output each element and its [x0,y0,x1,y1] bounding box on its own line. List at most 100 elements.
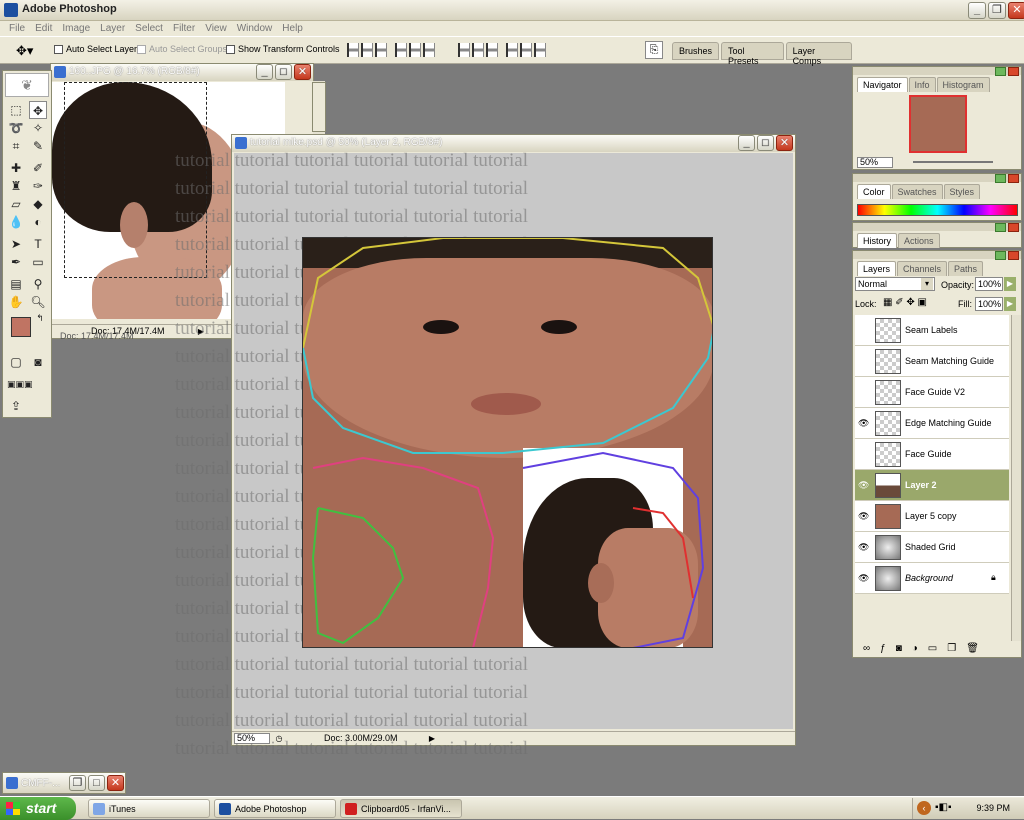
align-hcenter-icon[interactable] [409,43,421,57]
eyedropper-tool-icon[interactable]: ⚲ [29,275,47,293]
taskbar-item-itunes[interactable]: iTunes [88,799,210,818]
tab-info[interactable]: Info [908,77,936,92]
eye-icon[interactable]: 👁︎ [858,480,869,490]
opacity-slider-arrow-icon[interactable]: ▶ [1004,277,1016,291]
menu-help[interactable]: Help [277,21,308,36]
tab-swatches[interactable]: Swatches [891,184,943,199]
quick-mask-mode-icon[interactable]: ◙ [29,353,47,371]
visibility-hidden-icon[interactable] [858,356,868,366]
distribute-vcenter-icon[interactable] [472,43,484,57]
blur-tool-icon[interactable]: 💧 [7,213,25,231]
navigator-thumbnail[interactable] [909,95,967,153]
tab-channels[interactable]: Channels [897,261,948,276]
layer-row[interactable]: 👁︎ Background 🔒︎ [855,563,1009,594]
color-minimize-icon[interactable] [995,174,1006,183]
tray-collapse-icon[interactable]: ‹ [917,801,931,815]
tab-layers[interactable]: Layers [857,261,897,276]
main-minimize-button[interactable]: _ [738,135,755,151]
distribute-bottom-icon[interactable] [486,43,498,57]
history-brush-icon[interactable]: ✑ [29,177,47,195]
blend-mode-select[interactable]: Normal ▾ [855,277,935,291]
main-status-arrow-icon[interactable]: ▶ [427,733,437,744]
clone-stamp-icon[interactable]: ♜ [7,177,25,195]
screen-mode-icon[interactable]: ▣▣▣ [7,375,33,393]
chevron-down-icon[interactable]: ▾ [921,278,933,290]
main-close-button[interactable]: ✕ [776,135,793,151]
path-selection-icon[interactable]: ➤ [7,235,25,253]
layers-scrollbar[interactable] [1011,315,1021,641]
restore-button[interactable]: ❐ [988,2,1006,19]
color-ramp[interactable] [857,204,1018,216]
side-status-arrow-icon[interactable]: ▶ [196,326,206,337]
type-tool-icon[interactable]: T [29,235,47,253]
layer-row[interactable]: 👁︎ Shaded Grid [855,532,1009,563]
crop-tool-icon[interactable]: ⌗ [7,137,25,155]
tab-navigator[interactable]: Navigator [857,77,908,92]
eraser-tool-icon[interactable]: ▱ [7,195,25,213]
nav-minimize-icon[interactable] [995,67,1006,76]
fill-slider-arrow-icon[interactable]: ▶ [1004,297,1016,311]
main-document-title-bar[interactable]: tutorial mike.psd @ 50% (Layer 2, RGB/8#… [232,135,795,152]
shape-tool-icon[interactable]: ▭ [29,253,47,271]
layers-minimize-icon[interactable] [995,251,1006,260]
minimized-window[interactable]: CMFF-... ❐ □ ✕ [2,772,126,794]
menu-window[interactable]: Window [232,21,278,36]
auto-select-layer-option[interactable]: Auto Select Layer [54,44,137,54]
opacity-field[interactable]: 100% [975,277,1003,291]
delete-layer-icon[interactable]: 🗑︎ [966,643,979,657]
layer-row[interactable]: Face Guide [855,439,1009,470]
menu-edit[interactable]: Edit [30,21,57,36]
align-bottom-icon[interactable] [375,43,387,57]
new-layer-icon[interactable]: ❐ [947,643,956,657]
navigator-zoom-field[interactable]: 50% [857,157,893,168]
zoom-field[interactable]: 50% [234,733,270,744]
tab-histogram[interactable]: Histogram [936,77,990,92]
layer-mask-icon[interactable]: ◙ [896,643,902,657]
eye-icon[interactable]: 👁︎ [858,511,869,521]
side-maximize-button[interactable]: □ [275,64,292,80]
close-button[interactable]: ✕ [1008,2,1024,19]
navigator-zoom-slider[interactable] [913,161,993,163]
tab-color[interactable]: Color [857,184,891,199]
main-maximize-button[interactable]: □ [757,135,774,151]
side-minimize-button[interactable]: _ [256,64,273,80]
start-button[interactable]: start [0,797,76,820]
menu-layer[interactable]: Layer [95,21,130,36]
adjustment-layer-icon[interactable]: ◑ [912,643,918,657]
distribute-top-icon[interactable] [458,43,470,57]
distribute-left-icon[interactable] [506,43,518,57]
side-close-button[interactable]: ✕ [294,64,311,80]
align-right-icon[interactable] [423,43,435,57]
tab-actions[interactable]: Actions [898,233,940,248]
distribute-hcenter-icon[interactable] [520,43,532,57]
layer-row[interactable]: 👁︎ Layer 5 copy [855,501,1009,532]
standard-mode-icon[interactable]: ▢ [7,353,25,371]
history-minimize-icon[interactable] [995,223,1006,232]
auto-select-layer-checkbox[interactable] [54,44,63,54]
menu-image[interactable]: Image [57,21,95,36]
layer-row[interactable]: Seam Labels [855,315,1009,346]
color-close-icon[interactable] [1008,174,1019,183]
link-layers-icon[interactable]: ∞ [863,643,870,657]
palette-well-brushes[interactable]: Brushes [672,42,720,60]
min-restore-button[interactable]: ❐ [69,775,86,791]
layer-row[interactable]: 👁︎ Edge Matching Guide [855,408,1009,439]
layer-row[interactable]: Face Guide V2 [855,377,1009,408]
menu-view[interactable]: View [200,21,232,36]
fill-field[interactable]: 100% [975,297,1003,311]
align-top-icon[interactable] [347,43,359,57]
side-document-title-bar[interactable]: 160..JPG @ 16.7% (RGB/8#) _ □ ✕ [51,64,313,81]
menu-file[interactable]: File [4,21,30,36]
visibility-hidden-icon[interactable] [858,449,868,459]
visibility-hidden-icon[interactable] [858,325,868,335]
eye-icon[interactable]: 👁︎ [858,542,869,552]
lasso-tool-icon[interactable]: ➰ [7,119,25,137]
min-close-button[interactable]: ✕ [107,775,124,791]
show-transform-controls-checkbox[interactable] [226,44,235,54]
tab-history[interactable]: History [857,233,898,248]
lock-icons[interactable]: ▦ ✐ ✥ ▣ [883,297,927,308]
visibility-hidden-icon[interactable] [858,387,868,397]
notes-tool-icon[interactable]: ▤ [7,275,25,293]
file-browser-icon[interactable]: ⎘ [645,41,663,59]
jump-to-imageready-icon[interactable]: ⇪ [7,397,25,415]
